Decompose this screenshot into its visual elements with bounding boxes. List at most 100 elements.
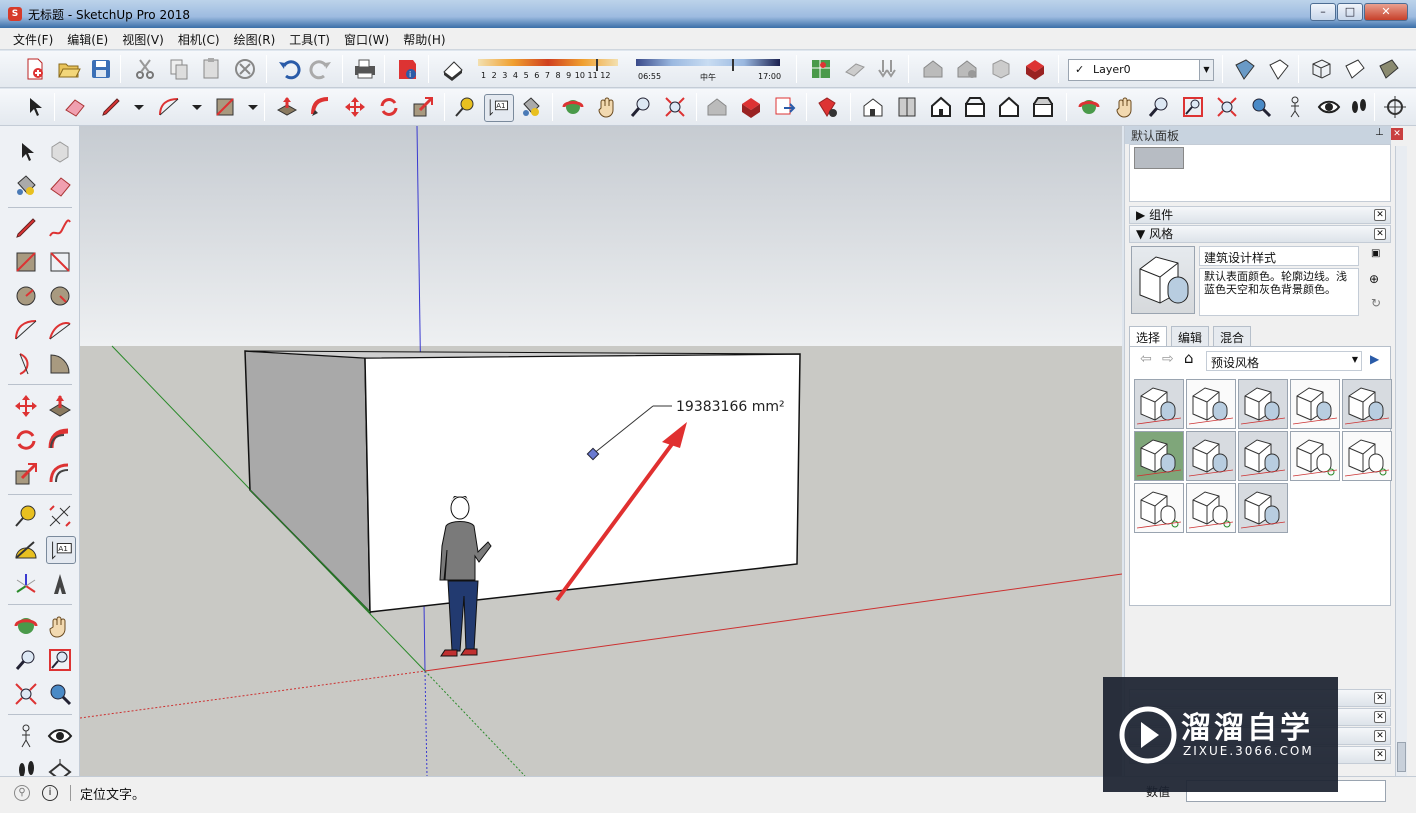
ruby-console-icon[interactable]: [814, 94, 840, 120]
rotate-icon[interactable]: [12, 426, 40, 454]
circle-icon[interactable]: [12, 282, 40, 310]
position-camera-icon[interactable]: [1282, 94, 1308, 120]
redo-icon[interactable]: [308, 56, 334, 82]
shape-dropdown-chevron-icon[interactable]: [240, 94, 258, 120]
zoom-extents-icon[interactable]: [662, 94, 688, 120]
geo-location-status-icon[interactable]: ⚲: [14, 785, 30, 801]
zoom-icon[interactable]: [12, 646, 40, 674]
share-model-icon[interactable]: [954, 56, 980, 82]
scale-icon[interactable]: [410, 94, 436, 120]
warehouse-icon[interactable]: [920, 56, 946, 82]
extension-manager-icon[interactable]: [738, 94, 764, 120]
polygon-icon[interactable]: [46, 282, 74, 310]
rotated-rectangle-icon[interactable]: [46, 248, 74, 276]
style-thumbnail[interactable]: [1186, 379, 1236, 429]
zoom-icon[interactable]: [628, 94, 654, 120]
back-view-icon[interactable]: [996, 94, 1022, 120]
previous-view-icon[interactable]: [1248, 94, 1274, 120]
style-thumbnail[interactable]: [1134, 431, 1184, 481]
layer-dropdown[interactable]: ✓ Layer0 ▼: [1068, 59, 1214, 81]
menu-draw[interactable]: 绘图(R): [227, 28, 283, 50]
close-icon[interactable]: ✕: [1374, 711, 1386, 723]
zoom-extents-camera-icon[interactable]: [1214, 94, 1240, 120]
close-icon[interactable]: ✕: [1374, 228, 1386, 240]
iso-view-icon[interactable]: [860, 94, 886, 120]
freehand-icon[interactable]: [46, 214, 74, 242]
orbit-icon[interactable]: [560, 94, 586, 120]
arc-icon[interactable]: [12, 316, 40, 344]
print-icon[interactable]: [352, 56, 378, 82]
back-edges-style-icon[interactable]: [1266, 56, 1292, 82]
new-file-icon[interactable]: [22, 56, 48, 82]
style-thumbnail[interactable]: [1290, 379, 1340, 429]
close-icon[interactable]: ✕: [1374, 749, 1386, 761]
section-plane-icon[interactable]: [1382, 94, 1408, 120]
refresh-icon[interactable]: ↻: [1371, 296, 1387, 312]
shadow-date-slider[interactable]: 1 2 3 4 5 6 7 8 9 10 11 12: [478, 59, 624, 85]
text-tool-icon[interactable]: A1: [484, 94, 514, 122]
close-button[interactable]: ✕: [1364, 3, 1408, 21]
style-thumbnail[interactable]: [1238, 483, 1288, 533]
eraser-icon[interactable]: [62, 94, 88, 120]
back-arrow-icon[interactable]: ⇦: [1140, 351, 1152, 367]
style-thumbnail[interactable]: [1186, 483, 1236, 533]
push-pull-icon[interactable]: [46, 392, 74, 420]
open-folder-icon[interactable]: [56, 56, 82, 82]
scale-icon[interactable]: [12, 460, 40, 488]
move-icon[interactable]: [12, 392, 40, 420]
send-to-layout-icon[interactable]: [772, 94, 798, 120]
menu-window[interactable]: 窗口(W): [337, 28, 396, 50]
zoom-extents-icon[interactable]: [12, 680, 40, 708]
area-text-label[interactable]: 19383166 mm²: [676, 399, 785, 415]
tape-measure-icon[interactable]: [452, 94, 478, 120]
tab-edit[interactable]: 编辑: [1171, 326, 1210, 346]
select-arrow-icon[interactable]: [12, 138, 40, 166]
follow-me-icon[interactable]: [308, 94, 334, 120]
style-collection-dropdown[interactable]: 预设风格 ▼: [1206, 351, 1362, 371]
walk-footprints-icon[interactable]: [1346, 94, 1372, 120]
look-around-eye-icon[interactable]: [46, 722, 74, 750]
pan-hand-icon[interactable]: [594, 94, 620, 120]
tray-close-icon[interactable]: ✕: [1391, 128, 1403, 140]
add-location-icon[interactable]: [842, 56, 868, 82]
style-thumbnail[interactable]: [1290, 431, 1340, 481]
forward-arrow-icon[interactable]: ⇨: [1162, 351, 1174, 367]
save-icon[interactable]: [88, 56, 114, 82]
menu-tools[interactable]: 工具(T): [282, 28, 337, 50]
right-view-icon[interactable]: [962, 94, 988, 120]
style-thumbnail[interactable]: [1238, 431, 1288, 481]
update-style-icon[interactable]: ⊕: [1369, 272, 1385, 288]
undo-icon[interactable]: [276, 56, 302, 82]
style-thumbnail[interactable]: [1342, 379, 1392, 429]
menu-file[interactable]: 文件(F): [6, 28, 60, 50]
hidden-line-style-icon[interactable]: [1342, 56, 1368, 82]
two-point-arc-icon[interactable]: [46, 316, 74, 344]
dimension-icon[interactable]: [46, 502, 74, 530]
paste-icon[interactable]: [198, 56, 224, 82]
select-arrow-icon[interactable]: [22, 94, 48, 120]
top-view-icon[interactable]: [894, 94, 920, 120]
copy-icon[interactable]: [166, 56, 192, 82]
line-dropdown-chevron-icon[interactable]: [126, 94, 144, 120]
three-point-arc-icon[interactable]: [12, 350, 40, 378]
front-view-icon[interactable]: [928, 94, 954, 120]
shadows-toggle-icon[interactable]: [440, 56, 466, 82]
menu-view[interactable]: 视图(V): [115, 28, 171, 50]
follow-me-icon[interactable]: [46, 426, 74, 454]
minimize-button[interactable]: –: [1310, 3, 1336, 21]
zoom-window-icon[interactable]: [46, 646, 74, 674]
pan-camera-icon[interactable]: [1112, 94, 1138, 120]
orbit-camera-icon[interactable]: [1076, 94, 1102, 120]
line-pencil-icon[interactable]: [12, 214, 40, 242]
styles-panel-header[interactable]: ▼ 风格 ✕: [1129, 225, 1391, 243]
3d-text-icon[interactable]: [46, 570, 74, 598]
erase-delete-icon[interactable]: [232, 56, 258, 82]
zoom-window-icon[interactable]: [1180, 94, 1206, 120]
drawing-viewport[interactable]: 19383166 mm²: [80, 126, 1122, 776]
style-thumbnail[interactable]: [1134, 379, 1184, 429]
share-component-icon[interactable]: [988, 56, 1014, 82]
style-thumbnail[interactable]: [1342, 431, 1392, 481]
position-camera-icon[interactable]: [12, 722, 40, 750]
tray-scrollbar[interactable]: [1395, 146, 1407, 776]
orbit-icon[interactable]: [12, 612, 40, 640]
